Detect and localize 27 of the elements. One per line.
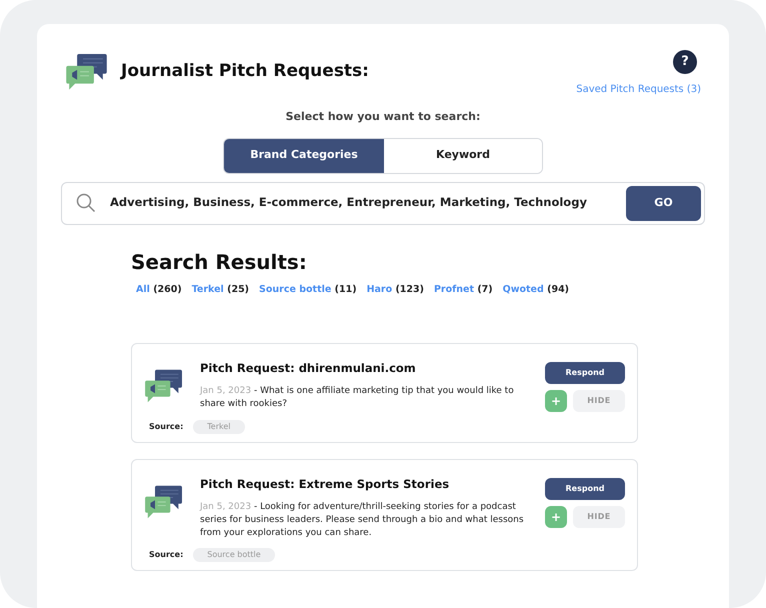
source-label: Source: <box>149 549 184 561</box>
pitch-request-description: Jan 5, 2023 - What is one affiliate marketing tip that you would like to share with rookies? <box>200 385 515 411</box>
page-title: Journalist Pitch Requests: <box>121 60 369 84</box>
chat-bubbles-icon <box>65 52 109 92</box>
source-filter-link[interactable]: Haro (123) <box>366 282 424 297</box>
pitch-request-title: Pitch Request: Extreme Sports Stories <box>200 476 450 493</box>
chat-bubbles-icon <box>144 368 184 404</box>
pitch-request-title: Pitch Request: dhirenmulani.com <box>200 360 417 377</box>
source-filter-link[interactable]: All (260) <box>136 282 182 297</box>
search-mode-tab[interactable]: Brand Categories <box>224 138 384 172</box>
go-button[interactable]: GO <box>626 186 701 220</box>
source-label: Source: <box>149 420 184 433</box>
source-filter-link[interactable]: Source bottle (11) <box>259 282 357 297</box>
respond-button[interactable]: Respond <box>545 478 625 500</box>
chat-bubbles-icon <box>144 484 184 520</box>
search-field[interactable]: Advertising, Business, E-commerce, Entrepreneur, Marketing, Technology GO <box>61 182 705 224</box>
results-title: Search Results: <box>131 248 308 276</box>
source-filter-link[interactable]: Profnet (7) <box>434 282 493 297</box>
respond-button[interactable]: Respond <box>545 362 625 384</box>
source-filter-link[interactable]: Terkel (25) <box>192 282 250 297</box>
help-button[interactable]: ? <box>673 50 697 74</box>
source-tag: Terkel <box>193 420 244 434</box>
source-filter-link[interactable]: Qwoted (94) <box>502 282 570 297</box>
search-mode-label: Select how you want to search: <box>284 109 482 125</box>
pitch-request-description: Jan 5, 2023 - Looking for adventure/thrill-seeking stories for a podcast series for business leaders. Please send through a bio and what lessons from your explorations you can share. <box>200 501 525 540</box>
source-tag: Source bottle <box>193 548 275 562</box>
search-icon <box>76 193 96 213</box>
